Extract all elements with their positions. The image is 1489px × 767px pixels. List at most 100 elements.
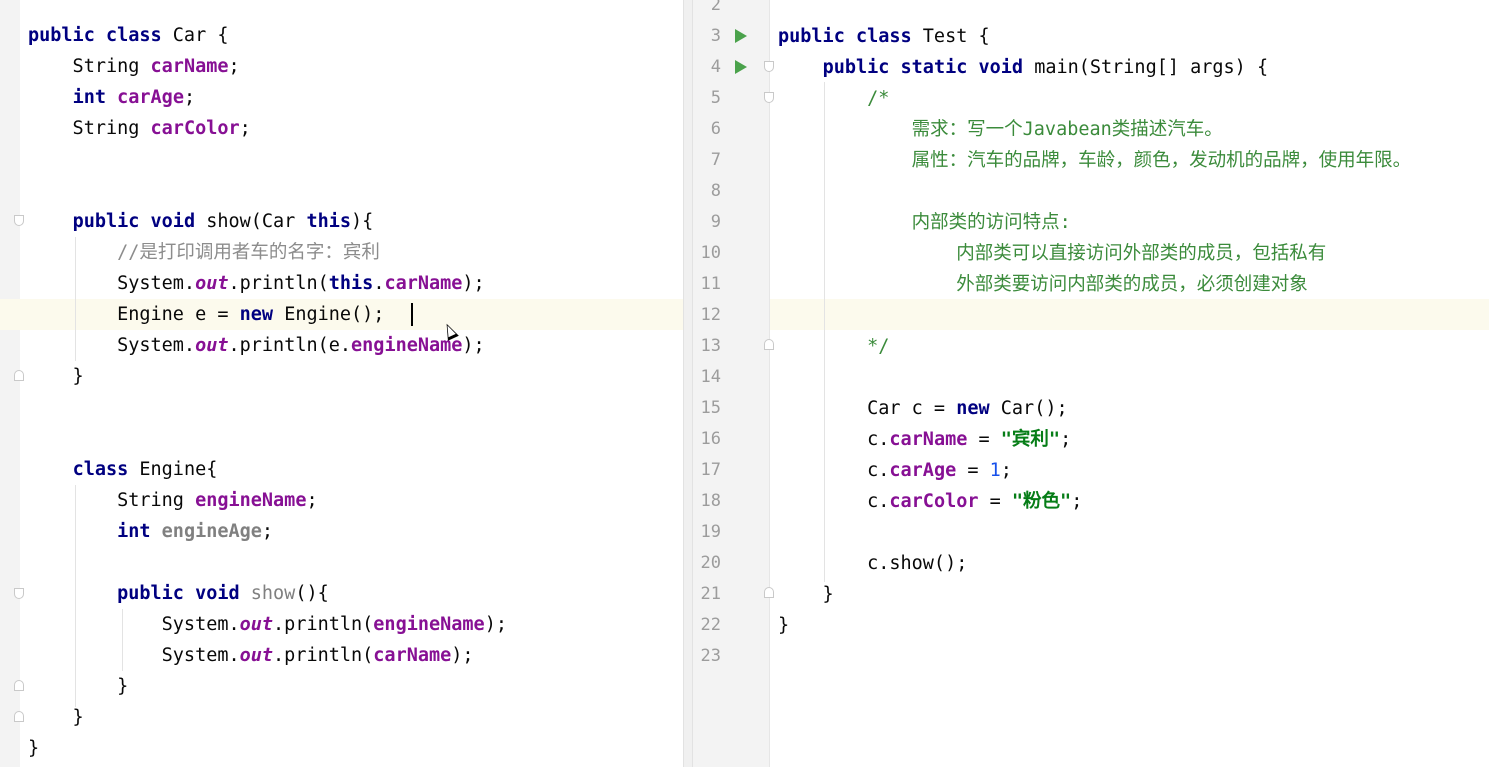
code-line[interactable]: }: [28, 702, 84, 733]
line-number: 12: [700, 305, 721, 325]
code-token: main(String[] args) {: [1034, 57, 1269, 78]
left-gutter: [0, 0, 20, 767]
code-line[interactable]: 属性：汽车的品牌，车龄，颜色，发动机的品牌，使用年限。: [778, 145, 1412, 176]
code-token: }: [28, 707, 84, 728]
run-triangle-icon[interactable]: [735, 60, 747, 74]
code-line[interactable]: c.carName = "宾利";: [778, 424, 1071, 455]
code-line[interactable]: int engineAge;: [28, 516, 273, 547]
code-token: ;: [306, 490, 318, 511]
code-token: public static void: [822, 57, 1035, 78]
line-number: 3: [710, 26, 721, 46]
code-line[interactable]: }: [778, 610, 789, 641]
code-line[interactable]: public static void main(String[] args) {: [778, 52, 1269, 83]
current-line-highlight: [693, 299, 1489, 330]
fold-marker-icon[interactable]: [764, 339, 774, 350]
code-token: public class: [28, 25, 173, 46]
fold-marker-icon[interactable]: [14, 370, 24, 381]
line-number: 8: [710, 181, 721, 201]
code-token: (){: [295, 583, 329, 604]
code-token: carName: [384, 273, 463, 294]
line-number: 4: [710, 57, 721, 77]
fold-marker-icon[interactable]: [764, 61, 774, 72]
code-line[interactable]: System.out.println(carName);: [28, 640, 474, 671]
code-line[interactable]: String carName;: [28, 51, 240, 82]
code-token: new: [239, 304, 285, 325]
editor-pane-test[interactable]: 2 3 4 5 6 7 8 9 10 11 12 13 14 15 16 17 18 19 20 21 22 23 pub…: [693, 0, 1489, 767]
code-line[interactable]: String carColor;: [28, 113, 251, 144]
line-number: 2: [710, 0, 721, 15]
code-line[interactable]: c.show();: [778, 548, 967, 579]
code-line[interactable]: System.out.println(this.carName);: [28, 268, 485, 299]
code-line[interactable]: 需求：写一个Javabean类描述汽车。: [778, 114, 1223, 145]
split-divider[interactable]: [683, 0, 693, 767]
line-number: 23: [700, 646, 721, 666]
line-number: 19: [700, 522, 721, 542]
code-line[interactable]: c.carColor = "粉色";: [778, 486, 1082, 517]
code-token: .println(: [273, 614, 374, 635]
code-token: }: [28, 366, 84, 387]
code-token: out: [195, 335, 229, 356]
code-token: engineName: [195, 490, 307, 511]
code-token: Car c =: [778, 398, 957, 419]
fold-marker-icon[interactable]: [764, 92, 774, 103]
code-line[interactable]: public void show(Car this){: [28, 206, 374, 237]
code-line[interactable]: String engineName;: [28, 485, 318, 516]
code-token: String: [28, 490, 196, 511]
code-token: .: [373, 273, 385, 294]
run-triangle-icon[interactable]: [735, 29, 747, 43]
code-line[interactable]: System.out.println(engineName);: [28, 609, 507, 640]
line-number: 18: [700, 491, 721, 511]
code-line[interactable]: }: [778, 579, 834, 610]
code-token: .println(e.: [228, 335, 352, 356]
code-line[interactable]: System.out.println(e.engineName);: [28, 330, 485, 361]
code-line[interactable]: public class Car {: [28, 20, 229, 51]
code-token: "宾利": [1000, 429, 1061, 450]
code-token: ){: [351, 211, 374, 232]
code-token: show(Car: [206, 211, 307, 232]
code-line[interactable]: }: [28, 361, 84, 392]
code-line[interactable]: int carAge;: [28, 82, 196, 113]
code-line[interactable]: Car c = new Car();: [778, 393, 1068, 424]
code-line[interactable]: public void show(){: [28, 578, 329, 609]
code-line[interactable]: }: [28, 671, 128, 702]
code-line[interactable]: }: [28, 733, 39, 764]
code-line[interactable]: /*: [778, 83, 889, 114]
fold-marker-icon[interactable]: [14, 680, 24, 691]
line-number: 11: [700, 274, 721, 294]
code-line[interactable]: public class Test {: [778, 21, 990, 52]
fold-marker-icon[interactable]: [764, 587, 774, 598]
code-token: c.: [778, 491, 890, 512]
code-token: new: [956, 398, 1001, 419]
code-line[interactable]: //是打印调用者车的名字：宾利: [28, 237, 380, 268]
code-line[interactable]: 外部类要访问内部类的成员，必须创建对象: [778, 269, 1308, 300]
code-token: Test {: [922, 26, 990, 47]
code-line[interactable]: */: [778, 331, 889, 362]
fold-marker-icon[interactable]: [14, 711, 24, 722]
code-line[interactable]: 内部类可以直接访问外部类的成员，包括私有: [778, 238, 1326, 269]
line-number: 7: [710, 150, 721, 170]
line-number: 15: [700, 398, 721, 418]
line-number: 17: [700, 460, 721, 480]
code-line[interactable]: 内部类的访问特点:: [778, 207, 1071, 238]
fold-marker-icon[interactable]: [14, 588, 24, 599]
line-number: 20: [700, 553, 721, 573]
code-token: ;: [239, 118, 251, 139]
code-line[interactable]: class Engine{: [28, 454, 218, 485]
code-token: Engine e =: [28, 304, 240, 325]
code-token: System.: [28, 645, 240, 666]
editor-pane-car[interactable]: public class Car { String carName; int c…: [0, 0, 683, 767]
code-token: }: [778, 584, 834, 605]
code-token: Engine();: [284, 304, 385, 325]
code-line[interactable]: c.carAge = 1;: [778, 455, 1012, 486]
code-line[interactable]: Engine e = new Engine();: [28, 299, 384, 330]
code-token: );: [484, 614, 507, 635]
code-token: int: [117, 521, 162, 542]
code-token: ;: [1060, 429, 1072, 450]
fold-marker-icon[interactable]: [14, 215, 24, 226]
text-caret: [411, 303, 413, 326]
code-token: =: [978, 491, 1012, 512]
code-token: =: [967, 429, 1001, 450]
